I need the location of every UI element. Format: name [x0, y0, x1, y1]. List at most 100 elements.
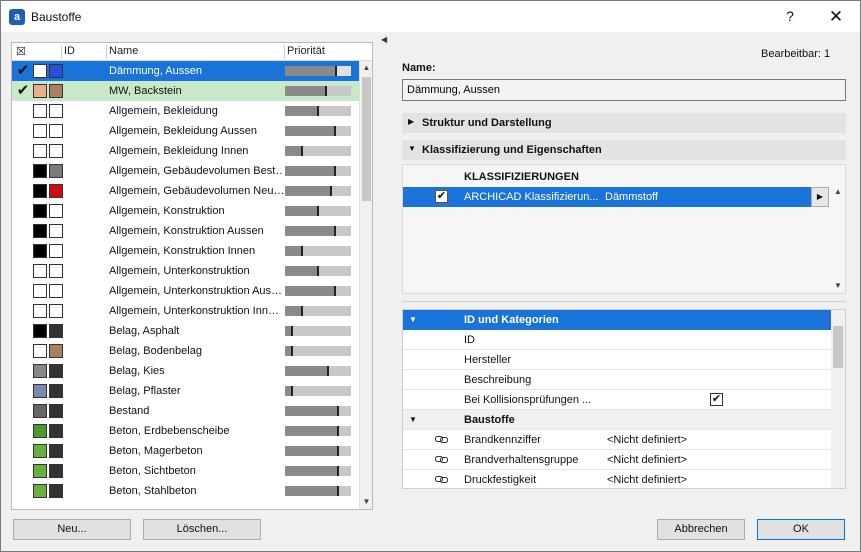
scroll-up-icon[interactable]: ▲: [360, 61, 372, 75]
list-item[interactable]: Allgemein, Bekleidung Aussen: [12, 121, 359, 141]
list-item[interactable]: Belag, Kies: [12, 361, 359, 381]
scroll-down-icon[interactable]: ▼: [831, 281, 845, 293]
classification-scrollbar[interactable]: ▲ ▼: [831, 187, 845, 293]
list-item[interactable]: Allgemein, Konstruktion Aussen: [12, 221, 359, 241]
priority-marker[interactable]: [300, 306, 303, 316]
checkmark-icon[interactable]: [15, 363, 31, 379]
priority-bar[interactable]: [285, 166, 351, 176]
priority-marker[interactable]: [330, 186, 333, 196]
classification-dropdown-button[interactable]: ▶: [811, 187, 829, 207]
priority-bar[interactable]: [285, 66, 351, 76]
checkmark-icon[interactable]: [15, 123, 31, 139]
priority-bar[interactable]: [285, 406, 351, 416]
list-item[interactable]: Allgemein, Bekleidung Innen: [12, 141, 359, 161]
list-item[interactable]: ✔ MW, Backstein: [12, 81, 359, 101]
list-item[interactable]: Allgemein, Gebäudevolumen Best…: [12, 161, 359, 181]
priority-bar[interactable]: [285, 386, 351, 396]
priority-bar[interactable]: [285, 346, 351, 356]
checkmark-icon[interactable]: [15, 303, 31, 319]
list-item[interactable]: ✔ Dämmung, Aussen: [12, 61, 359, 81]
properties-scrollbar[interactable]: [831, 310, 845, 488]
scroll-thumb[interactable]: [362, 77, 371, 201]
priority-bar[interactable]: [285, 186, 351, 196]
property-row[interactable]: ID: [403, 330, 831, 350]
column-header-name[interactable]: Name: [109, 45, 138, 57]
checkmark-icon[interactable]: [15, 103, 31, 119]
help-button[interactable]: ?: [767, 1, 813, 32]
list-item[interactable]: Belag, Asphalt: [12, 321, 359, 341]
checkmark-icon[interactable]: [15, 203, 31, 219]
column-header-icon[interactable]: ☒: [16, 45, 26, 58]
classification-checkbox[interactable]: ✔: [435, 190, 448, 203]
property-row[interactable]: Druckfestigkeit <Nicht definiert>: [403, 470, 831, 488]
delete-button[interactable]: Löschen...: [143, 519, 261, 540]
checkmark-icon[interactable]: [15, 383, 31, 399]
close-button[interactable]: ✕: [813, 1, 859, 32]
scroll-down-icon[interactable]: ▼: [360, 495, 372, 509]
new-button[interactable]: Neu...: [13, 519, 131, 540]
priority-bar[interactable]: [285, 86, 351, 96]
checkmark-icon[interactable]: ✔: [15, 83, 31, 99]
priority-bar[interactable]: [285, 486, 351, 496]
list-item[interactable]: Beton, Magerbeton: [12, 441, 359, 461]
priority-bar[interactable]: [285, 126, 351, 136]
priority-bar[interactable]: [285, 326, 351, 336]
checkmark-icon[interactable]: [15, 443, 31, 459]
checkmark-icon[interactable]: [15, 343, 31, 359]
properties-hscrollbar[interactable]: [402, 489, 846, 497]
checkmark-icon[interactable]: [15, 163, 31, 179]
priority-bar[interactable]: [285, 466, 351, 476]
list-item[interactable]: Beton, Stahlbeton: [12, 481, 359, 501]
list-item[interactable]: Bestand: [12, 401, 359, 421]
priority-marker[interactable]: [333, 286, 336, 296]
section-klassifizierung[interactable]: ▼ Klassifizierung und Eigenschaften: [402, 140, 846, 160]
property-row[interactable]: Hersteller: [403, 350, 831, 370]
checkmark-icon[interactable]: [15, 223, 31, 239]
classification-row[interactable]: ✔ ARCHICAD Klassifizierun... Dämmstoff: [403, 187, 811, 207]
priority-bar[interactable]: [285, 366, 351, 376]
priority-marker[interactable]: [333, 126, 336, 136]
priority-bar[interactable]: [285, 266, 351, 276]
priority-bar[interactable]: [285, 226, 351, 236]
collapse-panel-icon[interactable]: ◀: [381, 35, 387, 44]
list-item[interactable]: Belag, Bodenbelag: [12, 341, 359, 361]
section-struktur[interactable]: ▶ Struktur und Darstellung: [402, 113, 846, 133]
collision-checkbox[interactable]: ✔: [710, 393, 723, 406]
scroll-up-icon[interactable]: ▲: [831, 187, 845, 199]
priority-bar[interactable]: [285, 306, 351, 316]
list-item[interactable]: Allgemein, Konstruktion Innen: [12, 241, 359, 261]
list-item[interactable]: Allgemein, Gebäudevolumen Neu…: [12, 181, 359, 201]
priority-marker[interactable]: [290, 386, 293, 396]
priority-bar[interactable]: [285, 286, 351, 296]
priority-bar[interactable]: [285, 246, 351, 256]
priority-marker[interactable]: [336, 406, 339, 416]
checkmark-icon[interactable]: [15, 283, 31, 299]
splitter[interactable]: [402, 301, 846, 302]
list-scrollbar[interactable]: ▲ ▼: [359, 61, 372, 509]
priority-bar[interactable]: [285, 426, 351, 436]
priority-marker[interactable]: [336, 426, 339, 436]
priority-bar[interactable]: [285, 146, 351, 156]
property-row[interactable]: Brandverhaltensgruppe <Nicht definiert>: [403, 450, 831, 470]
column-header-priority[interactable]: Priorität: [287, 45, 325, 57]
priority-marker[interactable]: [336, 446, 339, 456]
list-item[interactable]: Allgemein, Bekleidung: [12, 101, 359, 121]
priority-marker[interactable]: [317, 206, 319, 216]
list-item[interactable]: Beton, Sichtbeton: [12, 461, 359, 481]
checkmark-icon[interactable]: [15, 423, 31, 439]
list-item[interactable]: Allgemein, Unterkonstruktion: [12, 261, 359, 281]
checkmark-icon[interactable]: [15, 323, 31, 339]
column-header-id[interactable]: ID: [64, 45, 75, 57]
priority-marker[interactable]: [324, 86, 327, 96]
property-row[interactable]: Bei Kollisionsprüfungen ... ✔: [403, 390, 831, 410]
cancel-button[interactable]: Abbrechen: [657, 519, 745, 540]
priority-bar[interactable]: [285, 206, 351, 216]
checkmark-icon[interactable]: [15, 463, 31, 479]
priority-bar[interactable]: [285, 446, 351, 456]
list-item[interactable]: Beton, Erdbebenscheibe: [12, 421, 359, 441]
name-input[interactable]: [402, 79, 846, 101]
priority-marker[interactable]: [326, 366, 329, 376]
checkmark-icon[interactable]: [15, 263, 31, 279]
list-item[interactable]: Allgemein, Unterkonstruktion Aus…: [12, 281, 359, 301]
priority-marker[interactable]: [336, 486, 339, 496]
